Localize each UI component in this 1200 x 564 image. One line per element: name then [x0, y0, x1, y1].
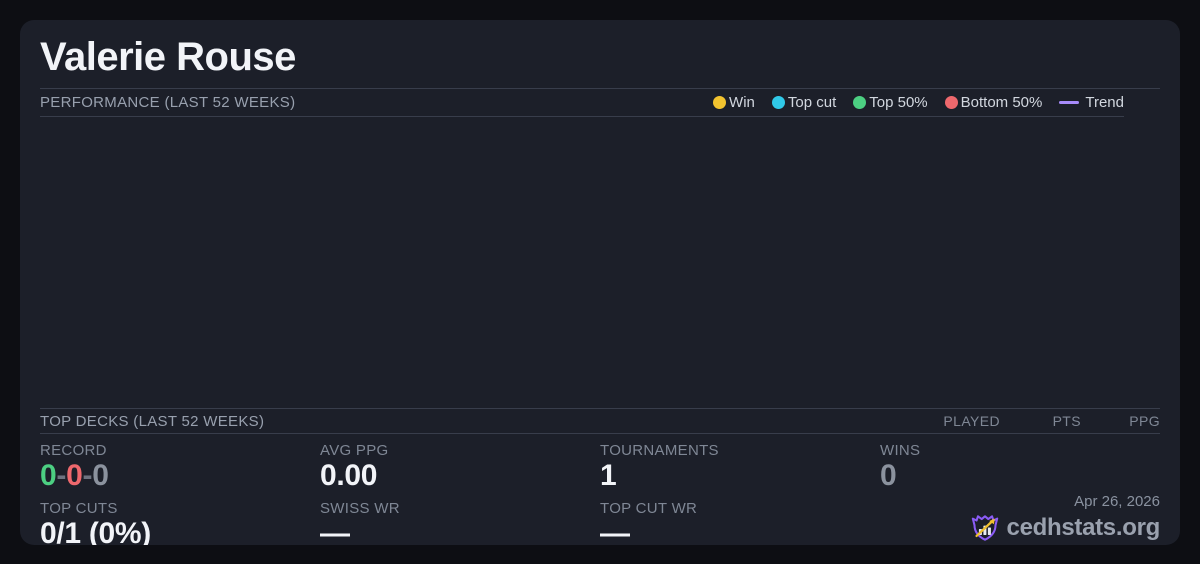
top-decks-section-header: TOP DECKS (LAST 52 WEEKS) PLAYED PTS PPG	[40, 409, 1160, 434]
stat-label: TOP CUTS	[40, 500, 118, 517]
legend-item-win: Win	[713, 94, 755, 111]
performance-section-label: PERFORMANCE (LAST 52 WEEKS)	[40, 94, 296, 111]
column-header-pts: PTS	[1052, 413, 1081, 429]
column-header-ppg: PPG	[1129, 413, 1160, 429]
player-stats-card: Valerie Rouse PERFORMANCE (LAST 52 WEEKS…	[20, 20, 1180, 545]
stat-label: TOP CUT WR	[600, 500, 698, 517]
record-draws: 0	[92, 459, 109, 492]
record-value: 0-0-0	[40, 460, 320, 492]
brand-row: cedhstats.org	[970, 513, 1160, 543]
stat-label: WINS	[880, 442, 921, 459]
swiss-wr-value: —	[320, 517, 350, 546]
record-wins: 0	[40, 459, 57, 492]
performance-section-header: PERFORMANCE (LAST 52 WEEKS) Win Top cut …	[40, 89, 1124, 117]
report-date: Apr 26, 2026	[1074, 493, 1160, 510]
stat-label: TOURNAMENTS	[600, 442, 719, 459]
win-dot-icon	[713, 96, 727, 109]
trend-line-icon	[1059, 101, 1080, 104]
top-cut-wr-value: —	[600, 517, 630, 546]
column-header-played: PLAYED	[943, 413, 1000, 429]
tournaments-value: 1	[600, 459, 617, 492]
record-losses: 0	[66, 459, 83, 492]
avg-ppg-value: 0.00	[320, 459, 378, 492]
page-title: Valerie Rouse	[40, 35, 296, 79]
stat-avg-ppg: AVG PPG 0.00	[320, 434, 600, 492]
stat-record: RECORD 0-0-0	[40, 434, 320, 492]
stat-swiss-wr: SWISS WR —	[320, 492, 600, 545]
top-decks-column-headers: PLAYED PTS PPG	[910, 413, 1160, 429]
legend-item-trend: Trend	[1059, 94, 1124, 111]
top-cut-dot-icon	[771, 96, 785, 109]
record-separator: -	[82, 459, 93, 492]
stat-label: SWISS WR	[320, 500, 400, 517]
stat-label: RECORD	[40, 442, 107, 459]
stat-tournaments: TOURNAMENTS 1	[600, 434, 880, 492]
stat-label: AVG PPG	[320, 442, 389, 459]
legend-item-top-50: Top 50%	[853, 94, 928, 111]
brand-name: cedhstats.org	[1006, 514, 1161, 541]
chart-legend: Win Top cut Top 50% Bottom 50% Trend	[713, 94, 1124, 111]
legend-label: Trend	[1085, 94, 1124, 111]
record-separator: -	[56, 459, 67, 492]
legend-label: Top cut	[787, 94, 837, 111]
legend-item-bottom-50: Bottom 50%	[944, 94, 1043, 111]
footer-branding: Apr 26, 2026 cedhstats.org	[880, 492, 1160, 545]
legend-label: Bottom 50%	[960, 94, 1043, 111]
stat-top-cut-wr: TOP CUT WR —	[600, 492, 880, 545]
stat-wins: WINS 0	[880, 434, 1160, 492]
legend-label: Win	[729, 94, 755, 111]
legend-label: Top 50%	[869, 94, 928, 111]
stat-top-cuts: TOP CUTS 0/1 (0%)	[40, 492, 320, 545]
top-decks-section-label: TOP DECKS (LAST 52 WEEKS)	[40, 412, 265, 430]
legend-item-top-cut: Top cut	[771, 94, 837, 111]
cedhstats-logo-icon	[971, 515, 998, 541]
top-50-dot-icon	[853, 96, 867, 109]
stats-grid: RECORD 0-0-0 AVG PPG 0.00 TOURNAMENTS 1 …	[40, 434, 1160, 545]
wins-value: 0	[880, 459, 897, 492]
performance-chart	[40, 117, 1160, 409]
top-cuts-value: 0/1 (0%)	[40, 517, 151, 546]
bottom-50-dot-icon	[944, 96, 958, 109]
